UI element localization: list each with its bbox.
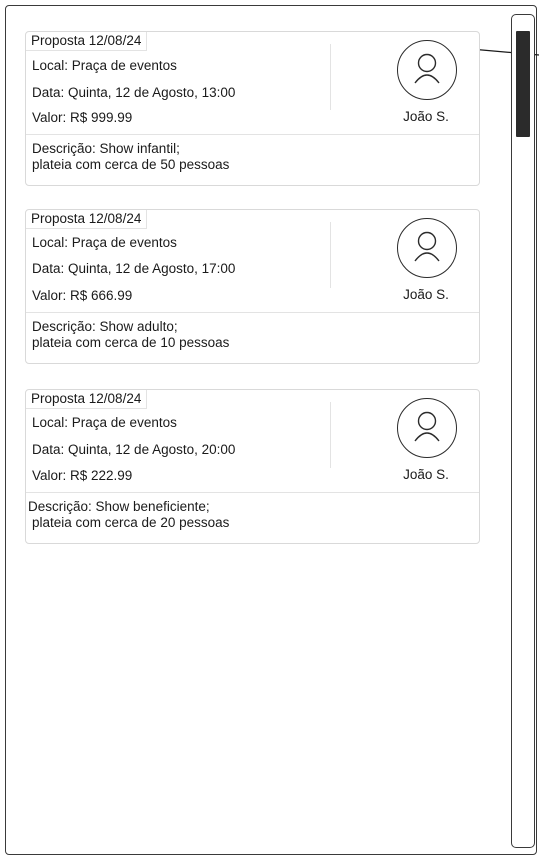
proposal-title: Proposta 12/08/24: [26, 210, 148, 229]
user-avatar[interactable]: [397, 398, 457, 458]
description-line: plateia com cerca de 10 pessoas: [32, 335, 230, 350]
user-icon: [414, 53, 440, 84]
proposal-description: Descrição: Show infantil; plateia com ce…: [26, 135, 479, 185]
proposal-value: Valor: R$ 222.99: [32, 468, 133, 483]
user-icon: [414, 231, 440, 262]
proposal-description: Descrição: Show adulto; plateia com cerc…: [26, 313, 479, 363]
divider: [330, 222, 331, 288]
user-avatar[interactable]: [397, 218, 457, 278]
divider: [330, 44, 331, 110]
proposal-date: Data: Quinta, 12 de Agosto, 20:00: [32, 442, 236, 457]
proposal-card[interactable]: Proposta 12/08/24 Local: Praça de evento…: [25, 209, 480, 364]
proposal-date: Data: Quinta, 12 de Agosto, 13:00: [32, 85, 236, 100]
vertical-scrollbar[interactable]: [511, 14, 535, 848]
description-line: Descrição: Show adulto;: [32, 319, 178, 334]
scrollbar-thumb[interactable]: [516, 31, 530, 137]
proposal-local: Local: Praça de eventos: [32, 58, 177, 73]
user-name: João S.: [403, 287, 449, 302]
description-line: plateia com cerca de 20 pessoas: [32, 515, 230, 530]
user-name: João S.: [403, 109, 449, 124]
proposal-title: Proposta 12/08/24: [26, 390, 148, 409]
proposal-card[interactable]: Proposta 12/08/24 Local: Praça de evento…: [25, 389, 480, 544]
description-line: Descrição: Show infantil;: [32, 141, 180, 156]
proposal-title: Proposta 12/08/24: [26, 32, 148, 51]
proposal-date: Data: Quinta, 12 de Agosto, 17:00: [32, 261, 236, 276]
proposal-local: Local: Praça de eventos: [32, 235, 177, 250]
user-name: João S.: [403, 467, 449, 482]
user-avatar[interactable]: [397, 40, 457, 100]
proposal-value: Valor: R$ 999.99: [32, 110, 133, 125]
description-line: Descrição: Show beneficiente;: [28, 499, 210, 514]
proposal-value: Valor: R$ 666.99: [32, 288, 133, 303]
proposal-description: Descrição: Show beneficiente; plateia co…: [26, 493, 479, 543]
proposal-local: Local: Praça de eventos: [32, 415, 177, 430]
proposal-card[interactable]: Proposta 12/08/24 Local: Praça de evento…: [25, 31, 480, 186]
divider: [330, 402, 331, 468]
user-icon: [414, 411, 440, 442]
description-line: plateia com cerca de 50 pessoas: [32, 157, 230, 172]
